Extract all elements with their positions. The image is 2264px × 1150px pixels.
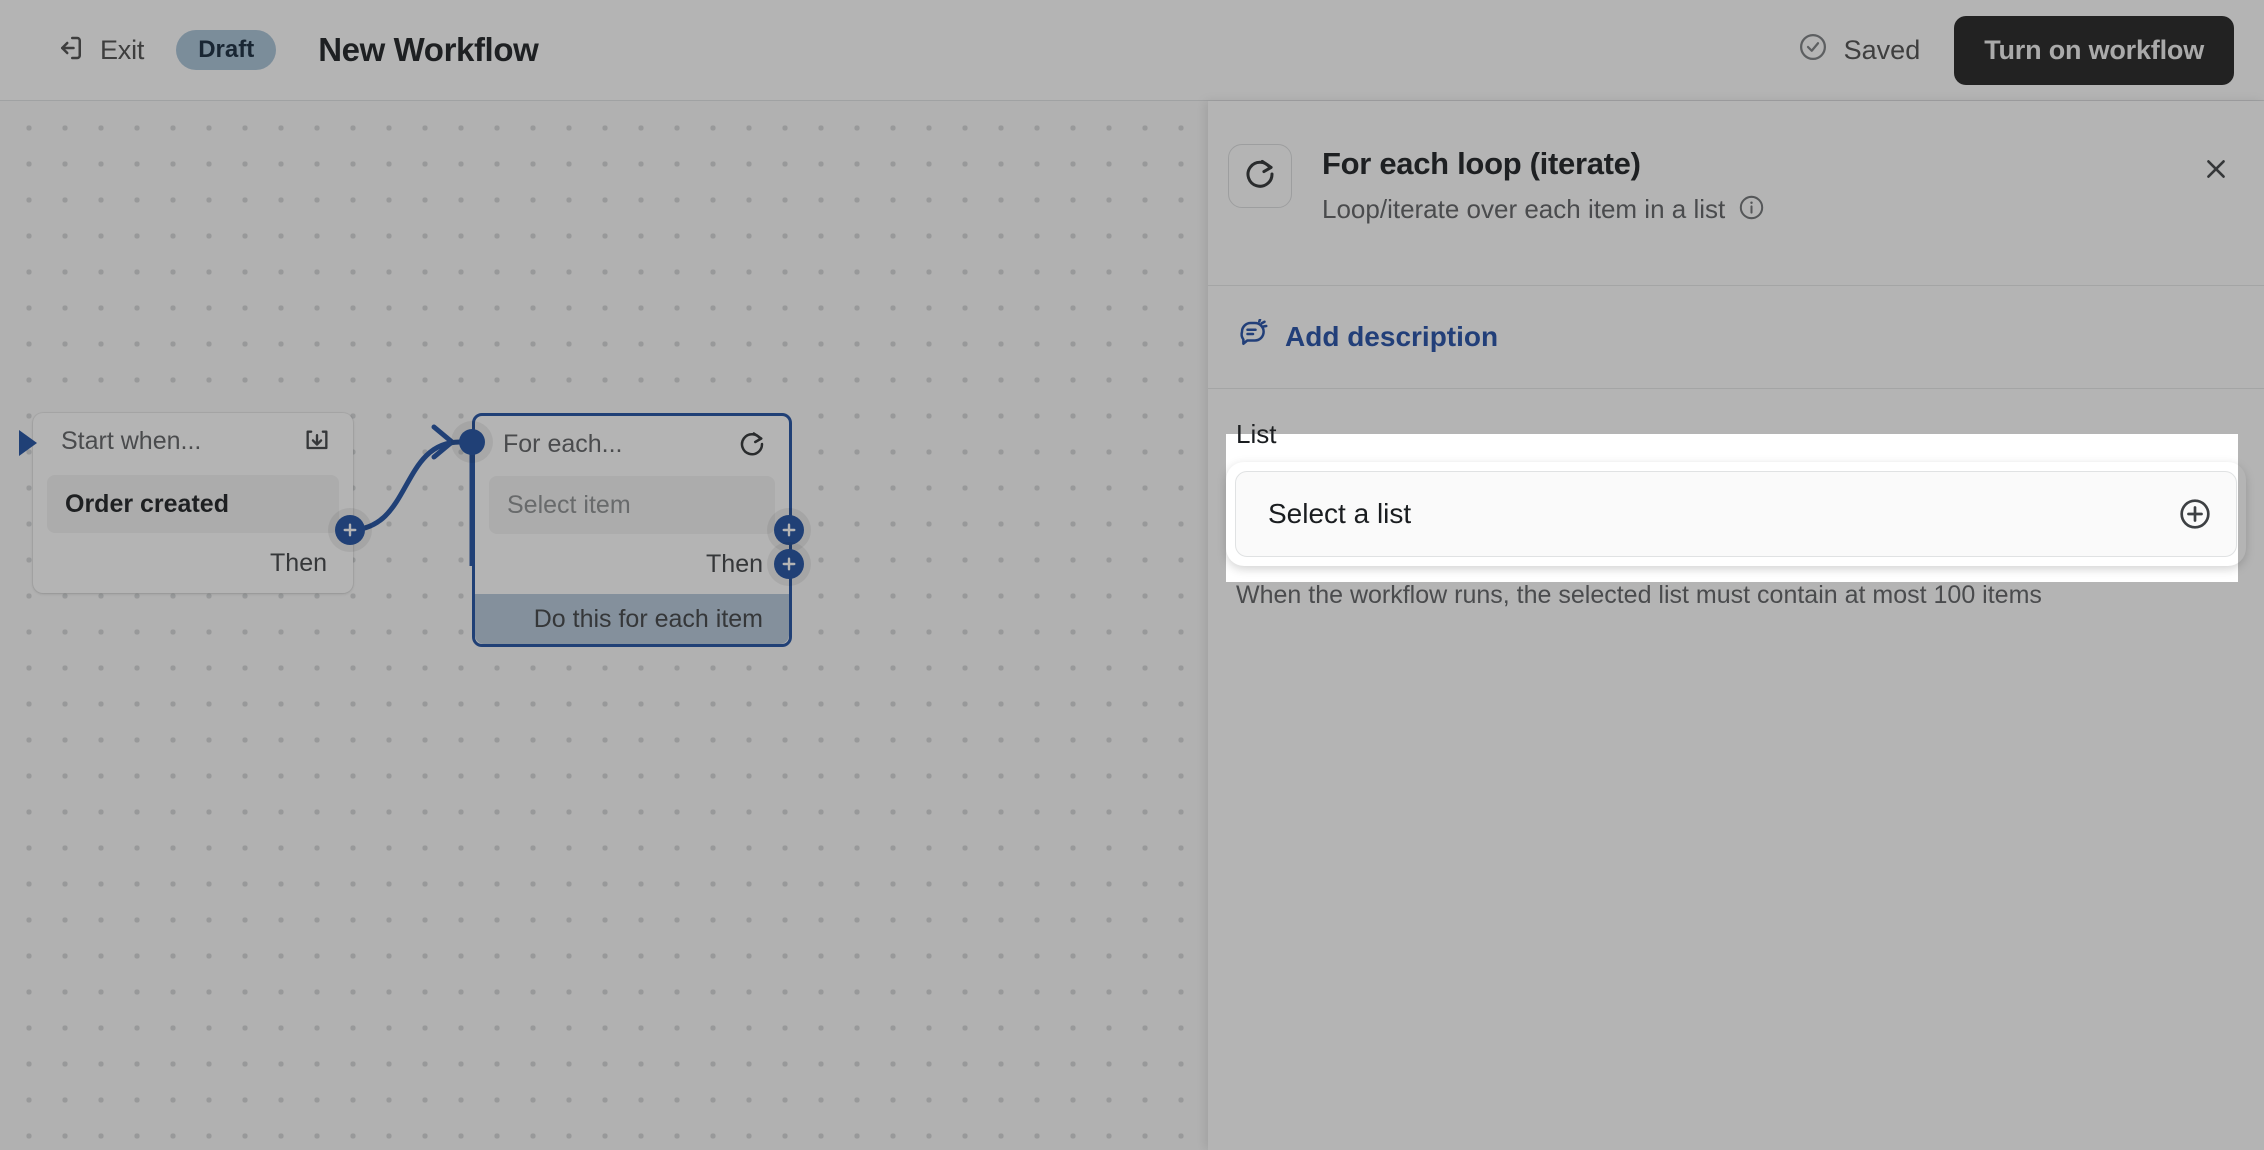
plus-circle-icon[interactable] [2178,497,2212,531]
trigger-node[interactable]: Start when... Order created Then [19,413,353,593]
trigger-value-field[interactable]: Order created [47,475,339,533]
panel-subtitle: Loop/iterate over each item in a list [1322,194,1726,225]
step-settings-panel: For each loop (iterate) Loop/iterate ove… [1208,101,2264,1150]
exit-label: Exit [100,34,145,65]
loop-branch-add-step-button[interactable] [774,549,804,579]
exit-icon [56,33,86,68]
trigger-then-label: Then [270,548,327,577]
top-bar: Exit Draft New Workflow Saved Turn on wo… [0,0,2264,101]
trigger-node-title: Start when... [61,426,202,455]
info-icon[interactable] [1738,194,1765,226]
workflow-editor: Exit Draft New Workflow Saved Turn on wo… [0,0,2264,1150]
loop-icon [737,429,767,459]
panel-header: For each loop (iterate) Loop/iterate ove… [1208,101,2264,285]
panel-title: For each loop (iterate) [1322,146,1641,181]
panel-subtitle-row: Loop/iterate over each item in a list [1322,194,1765,226]
select-list-placeholder: Select a list [1268,498,1412,529]
workflow-canvas[interactable]: Start when... Order created Then For eac… [0,101,1208,1150]
exit-button[interactable]: Exit [46,25,154,76]
loop-branch-row: Do this for each item [475,594,789,644]
top-bar-right: Saved Turn on workflow [1798,15,2234,85]
check-circle-icon [1798,32,1828,69]
loop-node-input-handle[interactable] [459,429,485,455]
trigger-play-icon [19,430,37,456]
trigger-add-step-button[interactable] [335,515,365,545]
loop-node-header: For each... [475,416,789,472]
loop-branch-label: Do this for each item [533,604,763,633]
turn-on-workflow-button[interactable]: Turn on workflow [1954,15,2234,85]
add-description-row: Add description [1208,286,2264,388]
page-title: New Workflow [318,31,539,68]
list-field-section: List Select a list When the workflow run… [1208,389,2264,610]
loop-then-add-step-button[interactable] [774,515,804,545]
description-icon [1238,317,1268,356]
for-each-loop-node[interactable]: For each... Select item Then Do this for… [472,413,792,647]
saved-label: Saved [1843,34,1921,65]
select-list-input[interactable]: Select a list [1235,471,2237,557]
status-badge: Draft [176,30,277,70]
panel-loop-icon-box [1228,144,1292,208]
loop-then-row: Then [475,534,789,594]
add-description-button[interactable]: Add description [1238,317,1499,356]
list-field-label: List [1236,419,1277,449]
close-icon [2203,156,2229,187]
list-field-spotlight: Select a list [1226,462,2246,566]
panel-header-texts: For each loop (iterate) Loop/iterate ove… [1322,144,1765,226]
trigger-node-header: Start when... [33,413,353,469]
add-description-label: Add description [1285,321,1499,352]
loop-icon [1242,156,1278,197]
loop-then-label: Then [706,549,763,578]
trigger-then-row: Then [33,533,353,593]
saved-status: Saved [1798,32,1921,69]
loop-item-field[interactable]: Select item [489,476,775,534]
list-field-help-text: When the workflow runs, the selected lis… [1236,581,2042,609]
top-bar-left: Exit Draft New Workflow [46,25,539,76]
import-trigger-icon [303,427,331,455]
close-panel-button[interactable] [2196,151,2236,191]
loop-node-title: For each... [503,429,623,458]
